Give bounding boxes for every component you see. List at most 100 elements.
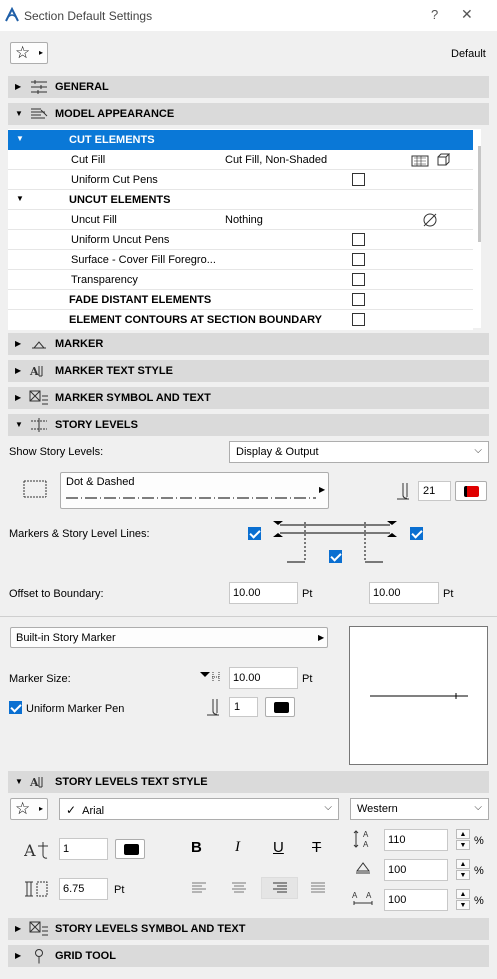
- section-model-appearance[interactable]: ▼ MODEL APPEARANCE: [8, 103, 489, 125]
- right-marker-checkbox[interactable]: [410, 527, 423, 540]
- arrow-right-icon: ▸: [39, 804, 44, 813]
- align-center-icon[interactable]: [232, 882, 246, 894]
- spin-down-icon[interactable]: ▼: [456, 870, 470, 880]
- arrow-right-icon: ▶: [319, 485, 326, 494]
- line-spacing-input[interactable]: 110: [384, 829, 448, 851]
- close-button[interactable]: ✕: [461, 6, 473, 23]
- char-spacing-input[interactable]: 100: [384, 889, 448, 911]
- section-label: STORY LEVELS TEXT STYLE: [55, 776, 208, 788]
- dropdown-value: Display & Output: [236, 446, 319, 458]
- offset-right-input[interactable]: 10.00: [369, 582, 439, 604]
- chevron-down-icon: ⌵: [474, 445, 482, 456]
- cube-icon[interactable]: [436, 153, 450, 167]
- spin-up-icon[interactable]: ▲: [456, 829, 470, 839]
- section-story-levels-text-style[interactable]: ▼ A STORY LEVELS TEXT STYLE: [8, 771, 489, 793]
- offset-left-input[interactable]: 10.00: [229, 582, 298, 604]
- align-justify-icon[interactable]: [311, 882, 325, 894]
- collapsed-arrow-icon: ▶: [15, 924, 22, 933]
- tree-row-surface[interactable]: Surface - Cover Fill Foregro...: [8, 250, 473, 270]
- section-marker[interactable]: ▶ MARKER: [8, 333, 489, 355]
- section-marker-text-style[interactable]: ▶ A MARKER TEXT STYLE: [8, 360, 489, 382]
- section-label: MARKER TEXT STYLE: [55, 365, 173, 377]
- text-pen-icon: A: [24, 841, 48, 859]
- archicad-logo-icon: [5, 7, 19, 22]
- line-type-picker[interactable]: Dot & Dashed ▶: [60, 472, 329, 509]
- story-pen-number[interactable]: 21: [418, 481, 451, 501]
- marker-type-picker[interactable]: Built-in Story Marker ▶: [10, 627, 328, 648]
- strikethrough-button[interactable]: T: [312, 839, 321, 856]
- percent-sign: %: [474, 865, 484, 877]
- tree-row-uniform-uncut-pens[interactable]: Uniform Uncut Pens: [8, 230, 473, 250]
- tree-row-uncut-fill[interactable]: Uncut Fill Nothing: [8, 210, 473, 230]
- tree-row-transparency[interactable]: Transparency: [8, 270, 473, 290]
- section-story-levels-symbol-text[interactable]: ▶ STORY LEVELS SYMBOL AND TEXT: [8, 918, 489, 940]
- collapsed-arrow-icon: ▶: [15, 393, 22, 402]
- cut-fill-pattern-icon[interactable]: [411, 153, 431, 167]
- uniform-marker-pen-checkbox[interactable]: [9, 701, 22, 714]
- left-marker-checkbox[interactable]: [248, 527, 261, 540]
- help-button[interactable]: ?: [431, 7, 438, 22]
- story-pen-color[interactable]: [455, 481, 487, 501]
- marker-pen-number[interactable]: 1: [229, 697, 258, 717]
- scrollbar[interactable]: [478, 146, 481, 242]
- marker-size-input[interactable]: 10.00: [229, 667, 298, 689]
- text-pen-value: 1: [63, 843, 70, 855]
- underline-button[interactable]: U: [273, 839, 284, 856]
- element-contours-checkbox[interactable]: [352, 313, 365, 326]
- section-label: STORY LEVELS SYMBOL AND TEXT: [55, 923, 246, 935]
- cut-elements-label: CUT ELEMENTS: [69, 134, 155, 146]
- marker-preview: [349, 626, 488, 765]
- spin-up-icon[interactable]: ▲: [456, 859, 470, 869]
- text-favorites-button[interactable]: ☆ ▸: [10, 798, 48, 820]
- tree-row-uniform-cut-pens[interactable]: Uniform Cut Pens: [8, 170, 473, 190]
- align-right-button[interactable]: [261, 877, 298, 899]
- collapsed-arrow-icon: ▶: [15, 339, 22, 348]
- pen-icon: [397, 483, 409, 500]
- cut-fill-value: Cut Fill, Non-Shaded: [225, 154, 328, 166]
- width-factor-input[interactable]: 100: [384, 859, 448, 881]
- spin-down-icon[interactable]: ▼: [456, 900, 470, 910]
- char-spacing-spinner[interactable]: ▲ ▼: [456, 889, 470, 911]
- show-story-levels-dropdown[interactable]: Display & Output ⌵: [229, 441, 489, 463]
- section-grid-tool[interactable]: ▶ GRID TOOL: [8, 945, 489, 967]
- uniform-uncut-pens-checkbox[interactable]: [352, 233, 365, 246]
- spin-down-icon[interactable]: ▼: [456, 840, 470, 850]
- tree-row-uncut-elements[interactable]: ▼ UNCUT ELEMENTS: [8, 190, 473, 210]
- element-contours-label: ELEMENT CONTOURS AT SECTION BOUNDARY: [69, 314, 323, 326]
- tree-row-cut-elements[interactable]: ▼ CUT ELEMENTS: [8, 130, 473, 150]
- text-pen-color[interactable]: [115, 839, 145, 859]
- text-pen-input[interactable]: 1: [59, 838, 108, 860]
- marker-pen-color[interactable]: [265, 697, 295, 717]
- star-icon: ☆: [15, 799, 31, 818]
- script-name: Western: [357, 803, 398, 815]
- spin-up-icon[interactable]: ▲: [456, 889, 470, 899]
- line-spacing-spinner[interactable]: ▲ ▼: [456, 829, 470, 851]
- script-dropdown[interactable]: Western ⌵: [350, 798, 489, 820]
- offset-boundary-label: Offset to Boundary:: [9, 588, 104, 600]
- surface-checkbox[interactable]: [352, 253, 365, 266]
- svg-text:A: A: [29, 365, 39, 378]
- divider: [0, 616, 497, 617]
- width-factor-spinner[interactable]: ▲ ▼: [456, 859, 470, 881]
- story-lines-checkbox[interactable]: [329, 550, 342, 563]
- section-label: MODEL APPEARANCE: [55, 108, 175, 120]
- transparency-checkbox[interactable]: [352, 273, 365, 286]
- symbol-text-icon: [29, 921, 48, 936]
- tree-row-element-contours[interactable]: ELEMENT CONTOURS AT SECTION BOUNDARY: [8, 310, 473, 330]
- section-general[interactable]: ▶ GENERAL: [8, 76, 489, 98]
- align-left-icon[interactable]: [192, 882, 206, 894]
- fade-distant-checkbox[interactable]: [352, 293, 365, 306]
- text-size-input[interactable]: 6.75: [59, 878, 108, 900]
- tree-row-fade-distant[interactable]: FADE DISTANT ELEMENTS: [8, 290, 473, 310]
- section-label: STORY LEVELS: [55, 419, 138, 431]
- favorites-button[interactable]: ☆ ▸: [10, 42, 48, 64]
- tree-row-cut-fill[interactable]: Cut Fill Cut Fill, Non-Shaded: [8, 150, 473, 170]
- section-story-levels[interactable]: ▼ STORY LEVELS: [8, 414, 489, 436]
- font-dropdown[interactable]: ✓ Arial ⌵: [59, 798, 339, 820]
- expanded-arrow-icon: ▼: [15, 420, 23, 429]
- italic-button[interactable]: I: [235, 839, 240, 856]
- empty-set-icon[interactable]: [422, 212, 438, 228]
- bold-button[interactable]: B: [191, 839, 202, 856]
- section-marker-symbol-text[interactable]: ▶ MARKER SYMBOL AND TEXT: [8, 387, 489, 409]
- uniform-cut-pens-checkbox[interactable]: [352, 173, 365, 186]
